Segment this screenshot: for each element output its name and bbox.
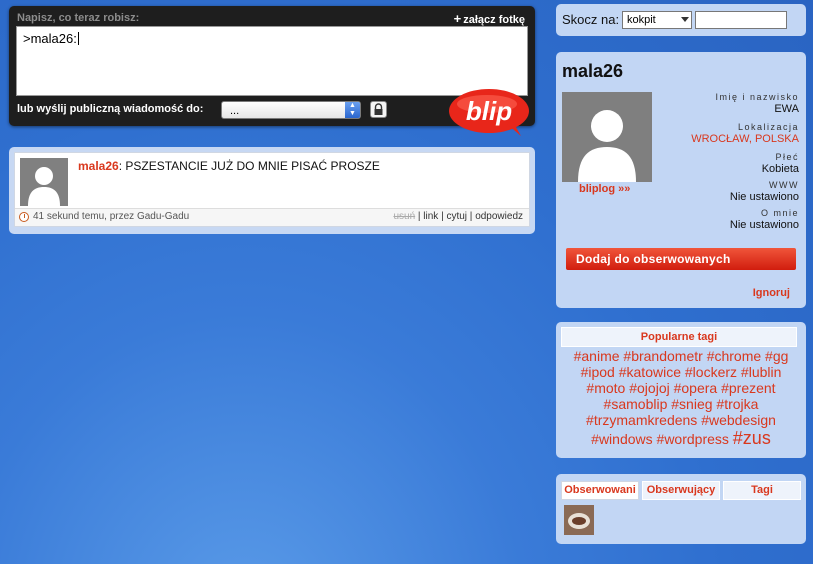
tag-link[interactable]: #moto <box>586 380 625 396</box>
status-card: mala26: PSZESTANCIE JUŻ DO MNIE PISAĆ PR… <box>9 147 535 234</box>
tag-link[interactable]: #trojka <box>716 396 758 412</box>
tag-line: #ipod #katowice #lockerz #lublin <box>564 364 798 380</box>
tag-line: #windows #wordpress #zus <box>564 428 798 448</box>
default-user-icon <box>578 110 636 182</box>
reply-link[interactable]: odpowiedz <box>475 211 523 222</box>
clock-icon <box>19 212 29 222</box>
delete-link[interactable]: usuń <box>393 211 415 222</box>
followed-user-avatar[interactable] <box>564 505 594 535</box>
tag-link[interactable]: #zus <box>733 428 771 448</box>
status-author-link[interactable]: mala26 <box>78 159 119 173</box>
tag-link[interactable]: #trzymamkredens <box>586 412 697 428</box>
jump-select-value: kokpit <box>627 14 656 26</box>
tag-link[interactable]: #chrome <box>707 348 761 364</box>
info-name-label: Imię i nazwisko <box>715 92 799 102</box>
recipient-select[interactable]: ... ▲ ▼ <box>221 101 361 119</box>
jump-to-box: Skocz na: kokpit <box>556 4 806 36</box>
profile-username: mala26 <box>562 61 624 81</box>
tab-tags[interactable]: Tagi <box>723 481 801 500</box>
quote-link[interactable]: cytuj <box>446 211 467 222</box>
tag-link[interactable]: #webdesign <box>701 412 776 428</box>
info-gender: Płeć Kobieta <box>762 152 799 175</box>
info-about-value: Nie ustawiono <box>729 219 799 231</box>
tag-link[interactable]: #lockerz <box>685 364 737 380</box>
tag-link[interactable]: #windows <box>591 431 652 447</box>
status-message: PSZESTANCIE JUŻ DO MNIE PISAĆ PROSZE <box>122 159 380 173</box>
info-location: Lokalizacja WROCŁAW, POLSKA <box>691 122 799 145</box>
tag-link[interactable]: #snieg <box>671 396 712 412</box>
follow-button[interactable]: Dodaj do obserwowanych <box>566 248 796 270</box>
recipient-select-value: ... <box>230 105 240 117</box>
tag-link[interactable]: #prezent <box>721 380 775 396</box>
jump-label: Skocz na: <box>562 12 620 27</box>
info-www-value: Nie ustawiono <box>729 191 799 203</box>
tag-line: #moto #ojojoj #opera #prezent <box>564 380 798 396</box>
info-location-value[interactable]: WROCŁAW, POLSKA <box>691 133 799 145</box>
tag-link[interactable]: #gg <box>765 348 788 364</box>
tag-link[interactable]: #brandometr <box>623 348 702 364</box>
tag-line: #anime #brandometr #chrome #gg <box>564 348 798 364</box>
profile-card: mala26 bliplog »» Imię i nazwisko EWA Lo… <box>556 52 806 308</box>
info-location-label: Lokalizacja <box>737 122 799 132</box>
blip-logo: blip <box>449 89 529 136</box>
tag-line: #trzymamkredens #webdesign <box>564 412 798 428</box>
tags-title: Popularne tagi <box>561 327 797 347</box>
tag-link[interactable]: #anime <box>574 348 620 364</box>
status-composer: Napisz, co teraz robisz: + załącz fotkę >… <box>9 6 535 136</box>
svg-text:blip: blip <box>466 96 512 126</box>
blip-avatar-icon <box>564 505 594 535</box>
bliplog-link[interactable]: bliplog »» <box>579 183 630 195</box>
message-input-value: >mala26: <box>23 31 77 46</box>
profile-avatar[interactable] <box>562 92 652 182</box>
info-about: O mnie Nie ustawiono <box>730 208 799 231</box>
info-gender-label: Płeć <box>775 152 799 162</box>
ignore-link[interactable]: Ignoruj <box>753 287 790 299</box>
popular-tags-card: Popularne tagi #anime #brandometr #chrom… <box>556 322 806 458</box>
jump-select[interactable]: kokpit <box>622 11 692 29</box>
tag-link[interactable]: #opera <box>674 380 718 396</box>
status-item: mala26: PSZESTANCIE JUŻ DO MNIE PISAĆ PR… <box>14 152 530 227</box>
observe-card: Obserwowani Obserwujący Tagi <box>556 474 806 544</box>
info-gender-value: Kobieta <box>761 163 799 175</box>
attach-photo-label: załącz fotkę <box>463 14 525 26</box>
tab-followers[interactable]: Obserwujący <box>642 481 720 500</box>
status-text: mala26: PSZESTANCIE JUŻ DO MNIE PISAĆ PR… <box>78 159 380 173</box>
info-name-value: EWA <box>774 103 799 115</box>
info-www: WWW Nie ustawiono <box>730 180 799 203</box>
info-www-label: WWW <box>769 180 799 190</box>
tag-link[interactable]: #ipod <box>581 364 615 380</box>
status-timestamp: 41 sekund temu, przez Gadu-Gadu <box>33 211 190 222</box>
tag-link[interactable]: #ojojoj <box>629 380 669 396</box>
chevron-down-icon <box>681 17 689 22</box>
status-actions: usuń | link | cytuj | odpowiedz <box>393 211 523 222</box>
plus-icon: + <box>453 11 462 26</box>
tag-link[interactable]: #lublin <box>741 364 781 380</box>
link-link[interactable]: link <box>423 211 438 222</box>
tag-cloud: #anime #brandometr #chrome #gg #ipod #ka… <box>564 348 798 447</box>
public-message-label: lub wyślij publiczną wiadomość do: <box>17 103 204 115</box>
composer-prompt: Napisz, co teraz robisz: <box>17 12 140 24</box>
tag-link[interactable]: #samoblip <box>604 396 668 412</box>
status-footer: 41 sekund temu, przez Gadu-Gadu usuń | l… <box>15 208 529 226</box>
status-avatar[interactable] <box>20 158 68 206</box>
private-lock-button[interactable] <box>370 101 387 118</box>
tag-link[interactable]: #katowice <box>619 364 681 380</box>
default-user-icon <box>28 167 60 206</box>
tab-followed[interactable]: Obserwowani <box>561 481 639 500</box>
attach-photo-link[interactable]: + załącz fotkę <box>454 11 525 26</box>
jump-input[interactable] <box>695 11 787 29</box>
text-cursor <box>77 32 79 45</box>
select-arrows-icon: ▲ ▼ <box>345 102 360 118</box>
lock-icon <box>374 103 383 115</box>
info-name: Imię i nazwisko EWA <box>715 92 799 115</box>
info-about-label: O mnie <box>760 208 799 218</box>
tag-line: #samoblip #snieg #trojka <box>564 396 798 412</box>
tag-link[interactable]: #wordpress <box>657 431 729 447</box>
